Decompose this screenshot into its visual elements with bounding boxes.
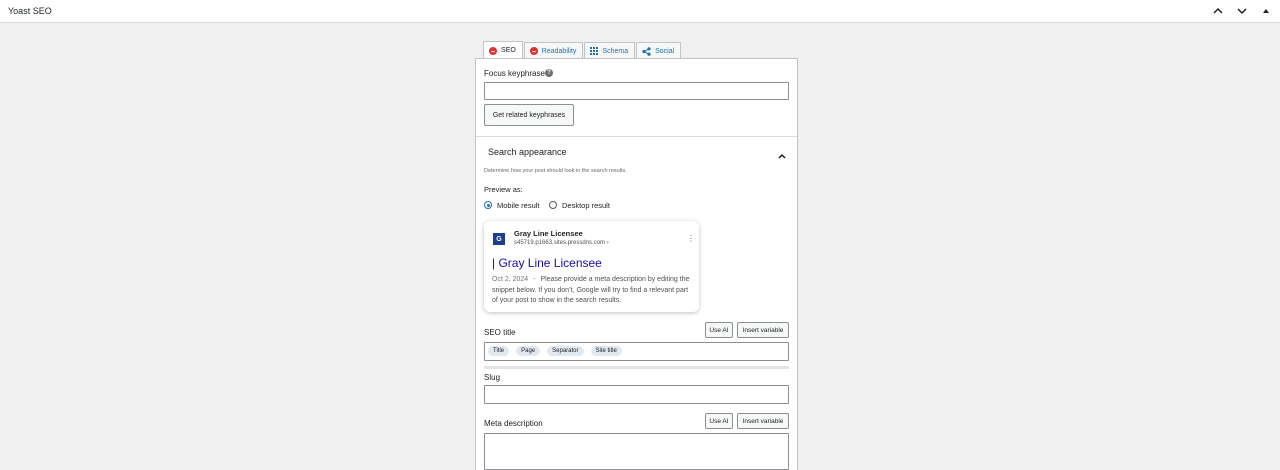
- variable-chip[interactable]: Page: [516, 346, 541, 356]
- move-up-button[interactable]: [1210, 3, 1226, 19]
- serp-description-block: Oct 2, 2024 - Please provide a meta desc…: [492, 275, 692, 307]
- metabox-tabs: SEO Readability Schema Social: [483, 41, 682, 59]
- caret-up-icon: [1263, 9, 1269, 13]
- use-ai-button[interactable]: Use AI: [705, 322, 733, 338]
- get-related-keyphrases-button[interactable]: Get related keyphrases: [484, 104, 574, 126]
- insert-variable-button[interactable]: Insert variable: [737, 413, 789, 429]
- help-icon[interactable]: ?: [545, 69, 553, 77]
- problem-icon: [529, 47, 538, 55]
- focus-keyphrase-input[interactable]: [484, 82, 789, 100]
- mobile-result-radio[interactable]: [484, 201, 492, 209]
- meta-description-input[interactable]: [484, 433, 789, 470]
- problem-icon: [489, 46, 497, 55]
- focus-keyphrase-label: Focus keyphrase: [484, 69, 545, 78]
- chevron-up-icon: [778, 153, 786, 159]
- site-favicon: G: [493, 233, 505, 245]
- variable-chip[interactable]: Separator: [547, 346, 584, 356]
- tab-social[interactable]: Social: [636, 42, 682, 59]
- serp-preview: G Gray Line Licensee s45719.p1663.sites.…: [484, 221, 699, 312]
- variable-chip[interactable]: Title: [488, 346, 510, 356]
- preview-as-label: Preview as:: [484, 185, 523, 194]
- serp-site-name: Gray Line Licensee: [514, 229, 583, 238]
- collapse-section-button[interactable]: [777, 147, 787, 165]
- desktop-result-radio[interactable]: [549, 201, 557, 209]
- serp-separator: -: [533, 276, 536, 283]
- toggle-panel-button[interactable]: [1258, 3, 1274, 19]
- variable-chip[interactable]: Site title: [590, 346, 622, 356]
- serp-date: Oct 2, 2024: [492, 276, 529, 283]
- use-ai-button[interactable]: Use AI: [705, 413, 733, 429]
- serp-url: s45719.p1663.sites.pressdns.com ›: [514, 240, 609, 246]
- seo-title-variables: Title Page Separator Site title: [488, 346, 629, 356]
- seo-title-length-progress: [484, 366, 789, 369]
- grid-icon: [590, 47, 599, 55]
- insert-variable-button[interactable]: Insert variable: [737, 322, 789, 338]
- tab-schema[interactable]: Schema: [584, 42, 636, 59]
- mobile-result-label: Mobile result: [497, 201, 540, 210]
- tab-label: SEO: [501, 47, 516, 54]
- section-divider: [476, 136, 797, 137]
- slug-label: Slug: [484, 373, 501, 382]
- desktop-result-label: Desktop result: [562, 201, 610, 210]
- slug-input[interactable]: [484, 385, 789, 404]
- serp-title: | Gray Line Licensee: [492, 256, 602, 270]
- share-icon: [642, 46, 651, 56]
- chevron-down-icon: [1237, 8, 1247, 15]
- tab-readability[interactable]: Readability: [523, 42, 584, 59]
- metabox-title: Yoast SEO: [8, 6, 52, 16]
- tab-label: Readability: [541, 47, 577, 55]
- more-options-icon: ⋮: [687, 234, 695, 243]
- tab-label: Social: [655, 47, 675, 55]
- chevron-up-icon: [1213, 7, 1223, 14]
- search-appearance-heading: Search appearance: [488, 147, 567, 157]
- metabox-header: Yoast SEO: [0, 0, 1280, 23]
- search-appearance-description: Determine how your post should look in t…: [484, 168, 627, 174]
- tab-seo[interactable]: SEO: [483, 41, 523, 59]
- meta-description-label: Meta description: [484, 419, 543, 428]
- tab-label: Schema: [602, 47, 629, 55]
- seo-title-label: SEO title: [484, 328, 516, 337]
- move-down-button[interactable]: [1234, 3, 1250, 19]
